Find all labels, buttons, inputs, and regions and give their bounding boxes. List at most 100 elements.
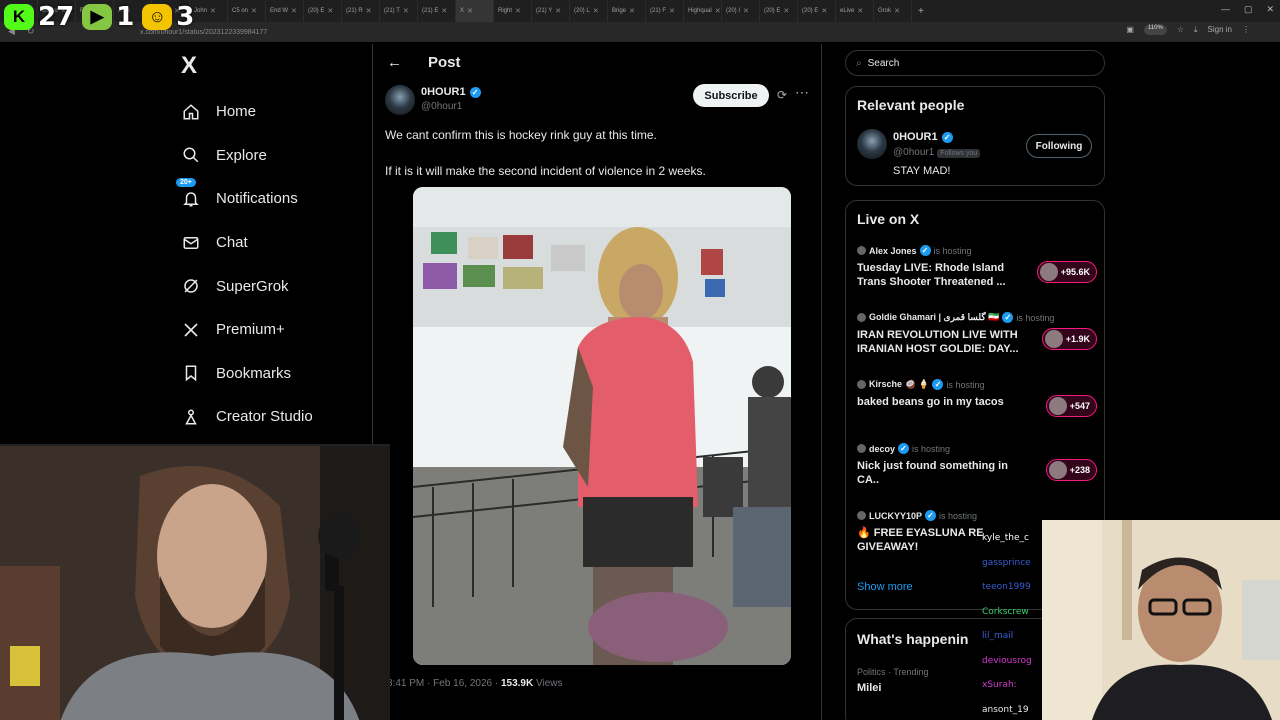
nav-item-explore[interactable]: Explore bbox=[180, 134, 370, 178]
close-tab-icon[interactable]: ✕ bbox=[210, 7, 216, 15]
browser-tab-label: Grok bbox=[878, 8, 892, 14]
x-logo[interactable]: X bbox=[181, 52, 197, 80]
profile-button[interactable]: Sign in bbox=[1208, 25, 1232, 35]
bell-icon bbox=[180, 188, 202, 210]
author-avatar[interactable] bbox=[385, 85, 415, 115]
listener-count-pill[interactable]: +547 bbox=[1045, 395, 1097, 417]
browser-tab[interactable]: (21) Y ✕ bbox=[532, 0, 570, 22]
close-tab-icon[interactable]: ✕ bbox=[593, 7, 599, 15]
download-icon[interactable]: ⤓ bbox=[1194, 25, 1198, 35]
close-tab-icon[interactable]: ✕ bbox=[467, 7, 473, 15]
live-space-item[interactable]: Alex Jones ✓ is hosting Tuesday LIVE: Rhode… bbox=[857, 245, 1097, 289]
close-tab-icon[interactable]: ✕ bbox=[669, 7, 675, 15]
browser-tab[interactable]: Grok ✕ bbox=[874, 0, 912, 22]
nav-item-chat[interactable]: Chat bbox=[180, 221, 370, 265]
browser-tab[interactable]: End W ✕ bbox=[266, 0, 304, 22]
browser-tab[interactable]: eLive ✕ bbox=[836, 0, 874, 22]
main-column: ← Post 0HOUR1 ✓ @0hour1 Subscribe ⟳ ⋯ We… bbox=[372, 44, 822, 720]
browser-tab[interactable]: Brige ✕ bbox=[608, 0, 646, 22]
live-host-name: Kirsche 🥥 🍦 bbox=[869, 379, 930, 389]
browser-tab[interactable]: (20) E ✕ bbox=[798, 0, 836, 22]
close-tab-icon[interactable]: ✕ bbox=[715, 7, 721, 15]
post-video[interactable] bbox=[413, 187, 791, 665]
browser-tab[interactable]: (20) E ✕ bbox=[760, 0, 798, 22]
live-space-item[interactable]: Kirsche 🥥 🍦 ✓ is hosting baked beans go in … bbox=[857, 379, 1097, 417]
chat-username: gassprince bbox=[982, 557, 1031, 568]
menu-icon[interactable]: ⋮ bbox=[1242, 25, 1250, 35]
close-tab-icon[interactable]: ✕ bbox=[821, 7, 827, 15]
listener-count-pill[interactable]: +1.9K bbox=[1041, 328, 1097, 350]
nav-item-home[interactable]: Home bbox=[180, 90, 370, 134]
close-tab-icon[interactable]: ✕ bbox=[291, 7, 297, 15]
search-input[interactable] bbox=[867, 57, 1068, 69]
browser-tab[interactable]: (21) T ✕ bbox=[380, 0, 418, 22]
address-bar-icons: ▣ 110% ☆ ⤓ Sign in ⋮ bbox=[1126, 25, 1250, 35]
follows-you-badge: Follows you bbox=[937, 149, 981, 158]
author-handle[interactable]: @0hour1 bbox=[421, 101, 462, 112]
browser-tab[interactable]: Right ✕ bbox=[494, 0, 532, 22]
nav-item-label: Notifications bbox=[216, 190, 298, 208]
nav-item-creator-studio[interactable]: Creator Studio bbox=[180, 395, 370, 439]
live-space-title: Nick just found something in CA.. bbox=[857, 460, 1008, 486]
nav-item-bookmarks[interactable]: Bookmarks bbox=[180, 352, 370, 396]
nav-item-notifications[interactable]: Notifications 20+ bbox=[176, 177, 370, 221]
minimize-icon[interactable]: — bbox=[1221, 4, 1230, 15]
close-tab-icon[interactable]: ✕ bbox=[894, 7, 900, 15]
subscribe-button[interactable]: Subscribe bbox=[693, 84, 769, 107]
post-text-line: If it is it will make the second inciden… bbox=[385, 164, 706, 178]
zoom-badge[interactable]: 110% bbox=[1143, 25, 1167, 35]
star-icon[interactable]: ☆ bbox=[1177, 25, 1184, 35]
browser-tab[interactable]: C5 on ✕ bbox=[228, 0, 266, 22]
host-avatar bbox=[857, 380, 866, 389]
close-tab-icon[interactable]: ✕ bbox=[857, 7, 863, 15]
browser-tab[interactable]: (20) E ✕ bbox=[304, 0, 342, 22]
close-tab-icon[interactable]: ✕ bbox=[743, 7, 749, 15]
close-tab-icon[interactable]: ✕ bbox=[441, 7, 447, 15]
post-timestamp: 3:41 PM · Feb 16, 2026 · 153.9K Views bbox=[387, 678, 562, 689]
more-options-icon[interactable]: ⋯ bbox=[795, 84, 809, 101]
close-tab-icon[interactable]: ✕ bbox=[327, 7, 333, 15]
browser-tab[interactable]: (21) F ✕ bbox=[646, 0, 684, 22]
maximize-icon[interactable]: ▢ bbox=[1244, 4, 1253, 15]
author-name[interactable]: 0HOUR1 ✓ bbox=[421, 86, 481, 98]
trend-name[interactable]: Milei bbox=[857, 682, 881, 694]
listener-count: +547 bbox=[1069, 401, 1090, 411]
live-host-name: decoy bbox=[869, 443, 896, 454]
is-hosting-label: is hosting bbox=[946, 379, 985, 390]
close-tab-icon[interactable]: ✕ bbox=[783, 7, 789, 15]
home-icon bbox=[180, 101, 202, 123]
browser-tab-label: X bbox=[460, 8, 465, 14]
browser-tab[interactable]: (21) R ✕ bbox=[342, 0, 380, 22]
close-window-icon[interactable]: ✕ bbox=[1266, 4, 1274, 15]
close-tab-icon[interactable]: ✕ bbox=[629, 7, 635, 15]
live-space-item[interactable]: decoy ✓ is hosting Nick just found somethin… bbox=[857, 443, 1097, 487]
search-box[interactable]: ⌕ bbox=[845, 50, 1105, 76]
relevant-person-avatar[interactable] bbox=[857, 129, 887, 159]
back-arrow-icon[interactable]: ← bbox=[387, 54, 402, 71]
following-button[interactable]: Following bbox=[1026, 134, 1092, 158]
grok-icon[interactable]: ⟳ bbox=[777, 88, 787, 102]
browser-tab[interactable]: Highqual ✕ bbox=[684, 0, 722, 22]
browser-tab[interactable]: (20) L ✕ bbox=[570, 0, 608, 22]
browser-tab[interactable]: X ✕ bbox=[456, 0, 494, 22]
listener-count-pill[interactable]: +95.6K bbox=[1036, 261, 1097, 283]
close-tab-icon[interactable]: ✕ bbox=[251, 7, 257, 15]
new-tab-icon[interactable]: + bbox=[918, 6, 924, 17]
nav-item-label: Home bbox=[216, 103, 257, 121]
close-tab-icon[interactable]: ✕ bbox=[366, 7, 372, 15]
stream-viewer-counters: K 27 ▶ 1 ☺ 3 bbox=[4, 2, 198, 32]
browser-tab[interactable]: (20) I ✕ bbox=[722, 0, 760, 22]
video-frame-image bbox=[413, 187, 791, 665]
show-more-link[interactable]: Show more bbox=[857, 581, 913, 593]
browser-tab[interactable]: (21) E ✕ bbox=[418, 0, 456, 22]
close-tab-icon[interactable]: ✕ bbox=[555, 7, 561, 15]
live-space-item[interactable]: Goldie Ghamari | گلسا قمری 🇮🇷 ✓ is hosting… bbox=[857, 312, 1097, 356]
relevant-person-name[interactable]: 0HOUR1 ✓ bbox=[893, 131, 953, 143]
nav-item-supergrok[interactable]: SuperGrok bbox=[180, 264, 370, 308]
listener-count-pill[interactable]: +238 bbox=[1045, 459, 1097, 481]
nav-item-premium[interactable]: Premium+ bbox=[180, 308, 370, 352]
browser-tab-label: (20) E bbox=[764, 8, 781, 14]
extension-icon[interactable]: ▣ bbox=[1126, 25, 1134, 35]
close-tab-icon[interactable]: ✕ bbox=[515, 7, 521, 15]
close-tab-icon[interactable]: ✕ bbox=[403, 7, 409, 15]
